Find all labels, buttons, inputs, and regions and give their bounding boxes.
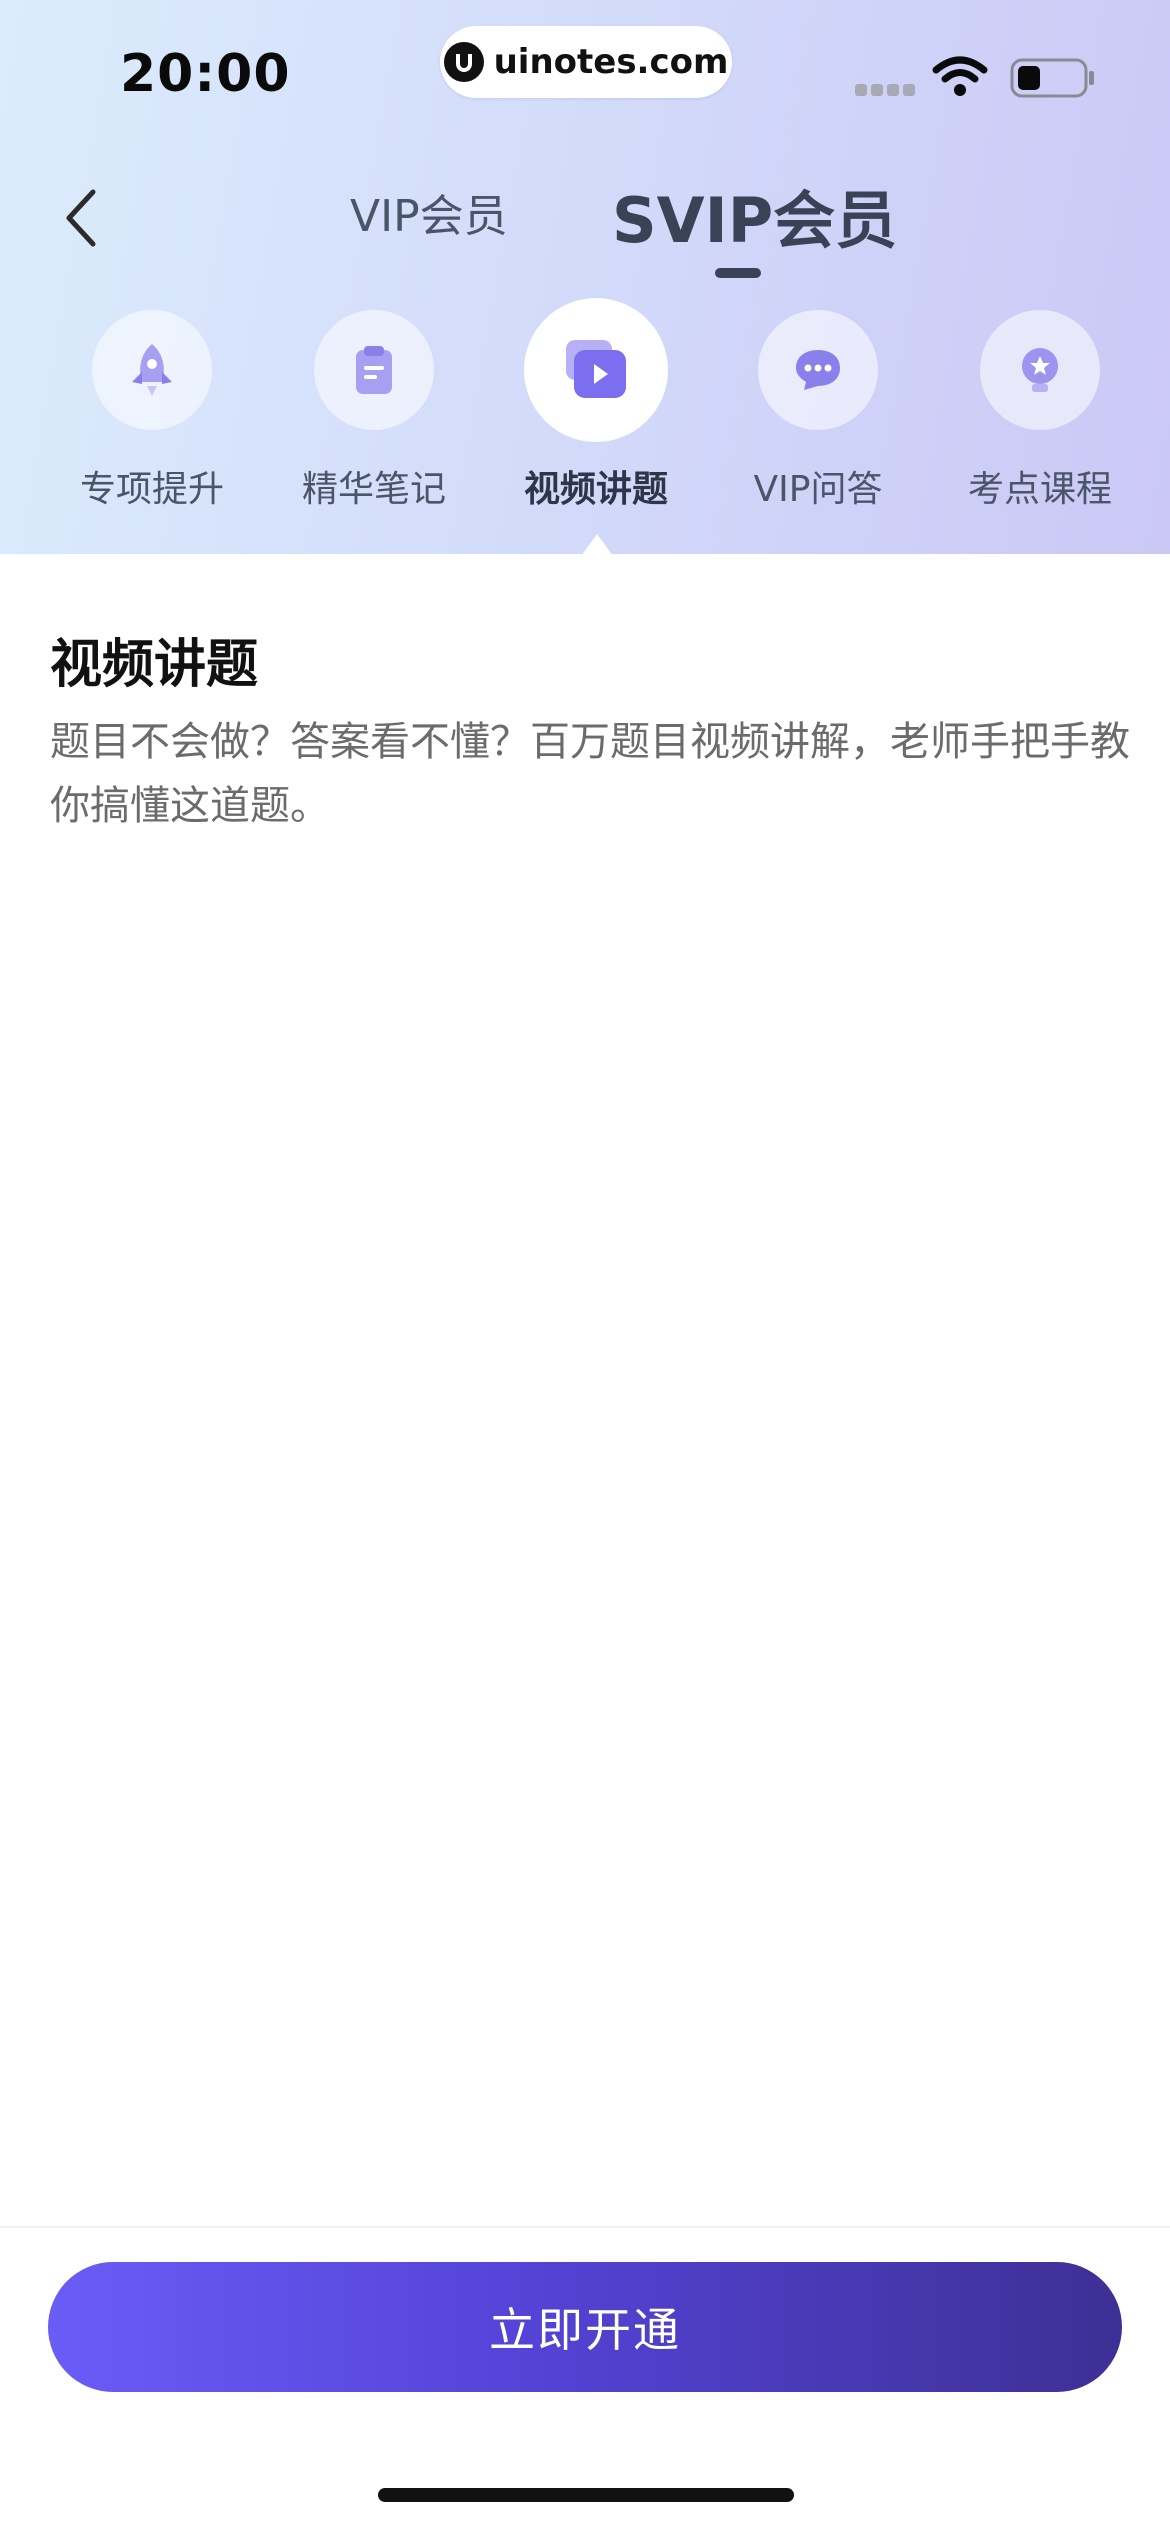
feature-label: 精华笔记 [301, 469, 446, 510]
chevron-left-icon [66, 189, 96, 247]
feature-item-exam-course[interactable]: 考点课程 [940, 310, 1140, 512]
active-feature-pointer [581, 534, 613, 554]
activate-now-button[interactable]: 立即开通 [48, 2262, 1122, 2392]
feature-item-special-improve[interactable]: 专项提升 [52, 310, 252, 512]
cellular-signal-icon [855, 84, 915, 96]
rocket-icon [132, 344, 172, 396]
feature-item-vip-qa[interactable]: VIP问答 [718, 310, 918, 512]
bottom-divider [0, 2226, 1170, 2228]
feature-detail-description: 题目不会做？答案看不懂？百万题目视频讲解，老师手把手教你搞懂这道题。 [50, 719, 1130, 829]
tab-svip[interactable]: SVIP会员 [612, 170, 897, 260]
tab-vip[interactable]: VIP会员 [350, 180, 508, 244]
home-indicator [378, 2488, 794, 2502]
feature-detail-title: 视频讲题 [50, 635, 259, 695]
watermark-text: uinotes.com [493, 42, 729, 82]
feature-label: 考点课程 [967, 469, 1112, 510]
lightbulb-icon [1022, 348, 1058, 392]
status-time: 20:00 [120, 44, 291, 104]
tab-active-indicator [715, 268, 761, 278]
feature-item-notes[interactable]: 精华笔记 [274, 310, 474, 512]
note-icon [356, 346, 392, 394]
feature-label: 专项提升 [79, 469, 224, 510]
video-icon [566, 340, 626, 398]
feature-label: 视频讲题 [523, 469, 668, 510]
feature-item-video-explain[interactable]: 视频讲题 [496, 298, 696, 512]
header-hero: 20:00 uinotes.com VIP会员 SVIP会员 专项提升 精华笔记… [0, 0, 1170, 554]
wifi-icon [932, 56, 988, 102]
back-button[interactable] [50, 178, 110, 258]
watermark-logo-icon [443, 42, 484, 82]
watermark-pill: uinotes.com [440, 26, 732, 98]
battery-icon [1010, 58, 1096, 102]
chat-icon [796, 350, 840, 390]
feature-label: VIP问答 [753, 469, 883, 510]
activate-now-label: 立即开通 [489, 2304, 681, 2356]
